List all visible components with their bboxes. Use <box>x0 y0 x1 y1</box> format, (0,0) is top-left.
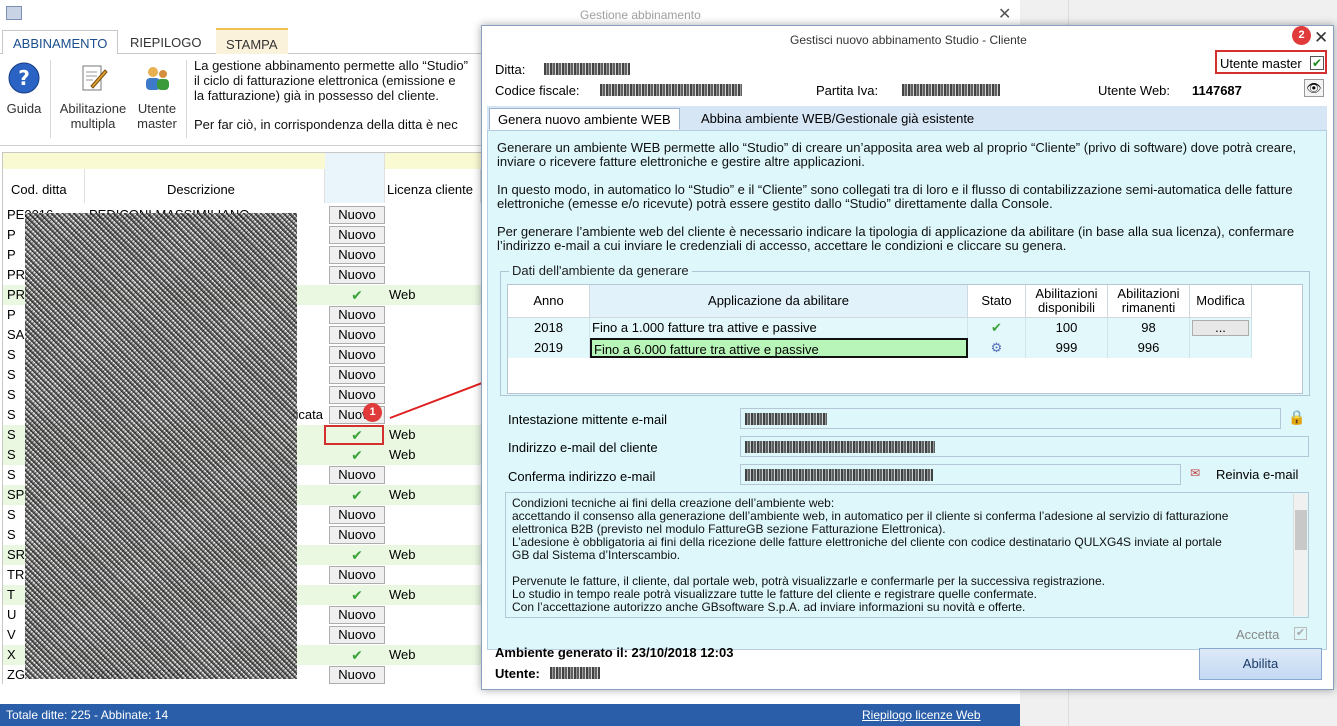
th-modifica: Modifica <box>1190 285 1252 318</box>
th-disponibili: Abilitazioni disponibili <box>1026 285 1108 318</box>
eye-icon[interactable]: 👁 <box>1304 79 1324 97</box>
row1-disp: 100 <box>1026 318 1108 338</box>
row2-stato-gear-icon: ⚙ <box>968 338 1026 358</box>
condizioni-line: GB dal Sistema d’Interscambio. <box>512 548 681 562</box>
dialog-title-bar: Gestisci nuovo abbinamento Studio - Clie… <box>482 26 1333 52</box>
tab-genera-ambiente[interactable]: Genera nuovo ambiente WEB <box>489 108 680 130</box>
intro-paragraph-3: Per generare l’ambiente web del cliente … <box>497 224 1295 253</box>
utente-value-redacted <box>550 667 600 679</box>
ditta-value-redacted <box>544 63 630 75</box>
row1-rim: 98 <box>1108 318 1190 338</box>
abilita-button[interactable]: Abilita <box>1199 648 1322 680</box>
row2-disp: 999 <box>1026 338 1108 358</box>
utente-web-label: Utente Web: <box>1098 83 1171 98</box>
utente-master-checkbox[interactable]: ✔ <box>1310 56 1324 70</box>
conferma-value-redacted <box>745 469 933 481</box>
fieldset-legend: Dati dell'ambiente da generare <box>509 263 692 278</box>
intro-paragraph-2: In questo modo, in automatico lo “Studio… <box>497 182 1293 211</box>
lock-icon[interactable]: 🔒 <box>1288 409 1305 426</box>
condizioni-textarea[interactable]: Condizioni tecniche ai fini della creazi… <box>505 492 1309 618</box>
dialog-tabs: Genera nuovo ambiente WEB Abbina ambient… <box>487 106 1327 130</box>
row1-anno: 2018 <box>508 318 590 338</box>
row1-stato-check-icon: ✔ <box>968 318 1026 338</box>
accetta-label: Accetta <box>1236 627 1280 642</box>
th-rimanenti: Abilitazioni rimanenti <box>1108 285 1190 318</box>
tab-abbina-ambiente[interactable]: Abbina ambiente WEB/Gestionale già esist… <box>693 108 982 130</box>
scrollbar-thumb[interactable] <box>1295 510 1307 550</box>
conferma-label: Conferma indirizzo e-mail <box>508 469 656 484</box>
row2-anno: 2019 <box>508 338 590 358</box>
indirizzo-label: Indirizzo e-mail del cliente <box>508 440 658 455</box>
intro-paragraph-1: Generare un ambiente WEB permette allo “… <box>497 140 1297 169</box>
th-stato: Stato <box>968 285 1026 318</box>
dialog-close-icon[interactable]: ✕ <box>1314 28 1328 48</box>
condizioni-line: Con l’accettazione autorizzo anche GBsof… <box>512 600 1026 614</box>
abbinamento-dialog: Gestisci nuovo abbinamento Studio - Clie… <box>481 25 1334 690</box>
marker-1: 1 <box>363 403 382 422</box>
applicazioni-table: Anno Applicazione da abilitare Stato Abi… <box>507 284 1303 394</box>
ambiente-generato: Ambiente generato il: 23/10/2018 12:03 <box>495 645 734 660</box>
cf-label: Codice fiscale: <box>495 83 580 98</box>
row1-modifica-cell: ... <box>1190 318 1252 338</box>
envelope-icon[interactable]: ✉ <box>1190 466 1200 480</box>
piva-label: Partita Iva: <box>816 83 879 98</box>
utente-master-label: Utente master <box>1220 56 1302 71</box>
highlight-row-box <box>324 425 384 445</box>
utente-web-value: 1147687 <box>1192 83 1242 98</box>
condizioni-text: Condizioni tecniche ai fini della creazi… <box>512 497 1292 614</box>
tab-body: Generare un ambiente WEB permette allo “… <box>487 130 1327 650</box>
marker-2: 2 <box>1292 26 1311 45</box>
row2-app-selected[interactable]: Fino a 6.000 fatture tra attive e passiv… <box>590 338 968 358</box>
dati-ambiente-fieldset: Dati dell'ambiente da generare Anno Appl… <box>500 263 1310 396</box>
utente-label: Utente: <box>495 666 540 681</box>
piva-value-redacted <box>902 84 1000 96</box>
indirizzo-value-redacted <box>745 441 935 453</box>
conferma-input[interactable] <box>740 464 1181 485</box>
indirizzo-input[interactable] <box>740 436 1309 457</box>
reinvia-email-link[interactable]: Reinvia e-mail <box>1216 467 1298 482</box>
row1-app[interactable]: Fino a 1.000 fatture tra attive e passiv… <box>590 318 968 338</box>
intestazione-label: Intestazione mittente e-mail <box>508 412 667 427</box>
scrollbar[interactable] <box>1293 494 1307 616</box>
intestazione-value-redacted <box>745 413 827 425</box>
row2-rim: 996 <box>1108 338 1190 358</box>
intestazione-input[interactable] <box>740 408 1281 429</box>
th-anno: Anno <box>508 285 590 318</box>
modifica-button[interactable]: ... <box>1192 320 1249 336</box>
cf-value-redacted <box>600 84 742 96</box>
accetta-checkbox[interactable]: ✔ <box>1294 627 1307 640</box>
dialog-title: Gestisci nuovo abbinamento Studio - Clie… <box>790 33 1027 47</box>
row2-modifica <box>1190 338 1252 358</box>
utente-master-box: Utente master ✔ <box>1215 50 1327 74</box>
ditta-label: Ditta: <box>495 62 526 77</box>
th-applicazione: Applicazione da abilitare <box>590 285 968 318</box>
